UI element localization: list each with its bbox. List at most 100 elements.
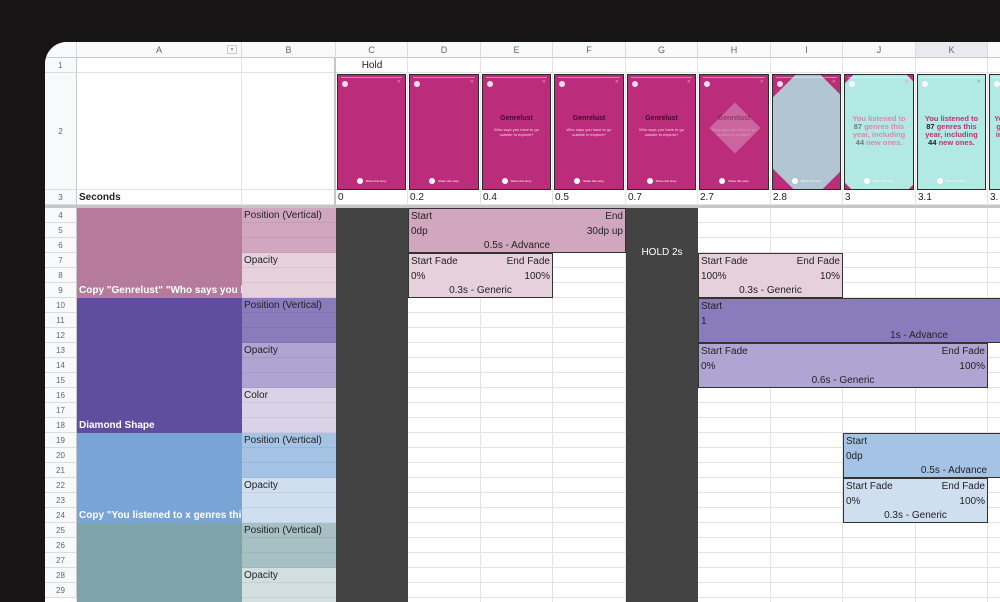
column-header-f[interactable]: F [553, 42, 626, 58]
row-header-10[interactable]: 10 [45, 298, 77, 313]
column-header-d[interactable]: D [408, 42, 481, 58]
row-header-16[interactable]: 16 [45, 388, 77, 403]
story-frame-thumbnail[interactable]: ✕ Share this story [337, 74, 406, 190]
share-label: Share this story [873, 178, 894, 183]
time-cell[interactable]: 3 [843, 190, 916, 205]
story-frame-thumbnail[interactable]: ✕ Genrelust Who says you have to go outsid… [699, 74, 769, 190]
row-header-15[interactable]: 15 [45, 373, 77, 388]
column-header-g[interactable]: G [626, 42, 698, 58]
time-cell[interactable]: 0.7 [626, 190, 698, 205]
story-frame-thumbnail[interactable]: ✕You listened to 87 genres this year, in… [844, 74, 914, 190]
share-label: Share this story [438, 178, 459, 183]
property-cell[interactable]: Position (Vertical) [242, 523, 336, 568]
share-story-button[interactable]: Share this story [918, 178, 985, 184]
share-icon [864, 178, 871, 184]
profile-icon [414, 81, 420, 87]
row-header-11[interactable]: 11 [45, 313, 77, 328]
row-header-17[interactable]: 17 [45, 403, 77, 418]
group-cell-a[interactable]: Copy "You listened to x genres this year… [77, 433, 242, 523]
row-header-24[interactable]: 24 [45, 508, 77, 523]
column-header-a[interactable]: A ▾ [77, 42, 242, 58]
row-header-20[interactable]: 20 [45, 448, 77, 463]
property-cell[interactable]: Opacity [242, 253, 336, 298]
share-story-button[interactable]: Share this story [410, 178, 478, 184]
row-header-22[interactable]: 22 [45, 478, 77, 493]
time-cell[interactable]: 2.8 [771, 190, 843, 205]
row-header-28[interactable]: 28 [45, 568, 77, 583]
row-header-27[interactable]: 27 [45, 553, 77, 568]
cell-a3[interactable]: Seconds [77, 190, 242, 205]
share-story-button[interactable]: Share this story [338, 178, 405, 184]
copy-position-block[interactable]: Start 0dp 0.5s - Advance [843, 433, 1000, 478]
time-cell[interactable]: 3. [988, 190, 1000, 205]
column-header-h[interactable]: H [698, 42, 771, 58]
row-header-12[interactable]: 12 [45, 328, 77, 343]
time-cell[interactable]: 2.7 [698, 190, 771, 205]
row-header-23[interactable]: 23 [45, 493, 77, 508]
time-cell[interactable]: 0.4 [481, 190, 553, 205]
property-cell[interactable]: Color [242, 388, 336, 433]
diamond-fade-block[interactable]: Start Fade End Fade 0% 100% 0.6s - Gener… [698, 343, 988, 388]
column-header-e[interactable]: E [481, 42, 553, 58]
row-header-2[interactable]: 2 [45, 73, 77, 190]
from-value: 1 [701, 316, 707, 327]
property-cell[interactable]: Position (Vertical) [242, 208, 336, 253]
copy-fade-block[interactable]: Start Fade End Fade 0% 100% 0.3s - Gener… [843, 478, 988, 523]
group-cell-a[interactable]: Copy "Genrelust" "Who says you have to g… [77, 208, 242, 298]
column-header-l[interactable] [988, 42, 1000, 58]
property-cell[interactable]: Opacity [242, 343, 336, 388]
row-header-3[interactable]: 3 [45, 190, 77, 205]
share-story-button[interactable]: Share this story [845, 178, 913, 184]
share-story-button[interactable]: Share this story [628, 178, 695, 184]
select-all-corner[interactable] [45, 42, 77, 58]
share-story-button[interactable]: Share this story [990, 178, 1000, 184]
story-frame-thumbnail[interactable]: ✕ Genrelust Who says you have to go outsid… [627, 74, 696, 190]
story-frame-thumbnail[interactable]: ✕ Share this story [772, 74, 841, 190]
story-frame-thumbnail[interactable]: ✕ Share this story [409, 74, 479, 190]
row-header-6[interactable]: 6 [45, 238, 77, 253]
row-header-1[interactable]: 1 [45, 58, 77, 73]
row-header-9[interactable]: 9 [45, 283, 77, 298]
row-header-21[interactable]: 21 [45, 463, 77, 478]
share-story-button[interactable]: Share this story [483, 178, 550, 184]
cell-c1[interactable]: Hold [336, 58, 408, 73]
filter-dropdown-icon[interactable]: ▾ [227, 45, 237, 54]
time-cell[interactable]: 0.2 [408, 190, 481, 205]
diamond-shape [773, 75, 840, 189]
column-header-k[interactable]: K [916, 42, 988, 58]
genre-fadeout-block[interactable]: Start Fade End Fade 100% 10% 0.3s - Gene… [698, 253, 843, 298]
group-cell-a[interactable] [77, 523, 242, 602]
row-header-14[interactable]: 14 [45, 358, 77, 373]
genre-position-block[interactable]: Start End 0dp 30dp up 0.5s - Advance [408, 208, 626, 253]
row-header-5[interactable]: 5 [45, 223, 77, 238]
property-cell[interactable]: Opacity [242, 478, 336, 523]
column-header-i[interactable]: I [771, 42, 843, 58]
story-frame-thumbnail[interactable]: ✕You listened to 87 genres this year, in… [917, 74, 986, 190]
property-cell[interactable]: Position (Vertical) [242, 433, 336, 478]
property-cell[interactable]: Position (Vertical) [242, 298, 336, 343]
row-header-8[interactable]: 8 [45, 268, 77, 283]
group-cell-a[interactable]: Diamond Shape [77, 298, 242, 433]
row-header-18[interactable]: 18 [45, 418, 77, 433]
row-header-19[interactable]: 19 [45, 433, 77, 448]
time-cell[interactable]: 0 [336, 190, 408, 205]
share-story-button[interactable]: Share this story [773, 178, 840, 184]
time-cell[interactable]: 0.5 [553, 190, 626, 205]
diamond-position-block[interactable]: Start 1 1s - Advance [698, 298, 1000, 343]
row-header-25[interactable]: 25 [45, 523, 77, 538]
column-header-c[interactable]: C [336, 42, 408, 58]
column-header-j[interactable]: J [843, 42, 916, 58]
row-header-26[interactable]: 26 [45, 538, 77, 553]
story-frame-thumbnail[interactable]: ✕You listened to 87 genres this year, in… [989, 74, 1000, 190]
column-header-b[interactable]: B [242, 42, 336, 58]
story-frame-thumbnail[interactable]: ✕ Genrelust Who says you have to go outsid… [482, 74, 551, 190]
share-story-button[interactable]: Share this story [700, 178, 768, 184]
genre-fadein-block[interactable]: Start Fade End Fade 0% 100% 0.3s - Gener… [408, 253, 553, 298]
row-header-4[interactable]: 4 [45, 208, 77, 223]
story-frame-thumbnail[interactable]: ✕ Genrelust Who says you have to go outsid… [554, 74, 624, 190]
row-header-13[interactable]: 13 [45, 343, 77, 358]
row-header-7[interactable]: 7 [45, 253, 77, 268]
property-cell[interactable]: Opacity [242, 568, 336, 602]
share-story-button[interactable]: Share this story [555, 178, 623, 184]
time-cell[interactable]: 3.1 [916, 190, 988, 205]
